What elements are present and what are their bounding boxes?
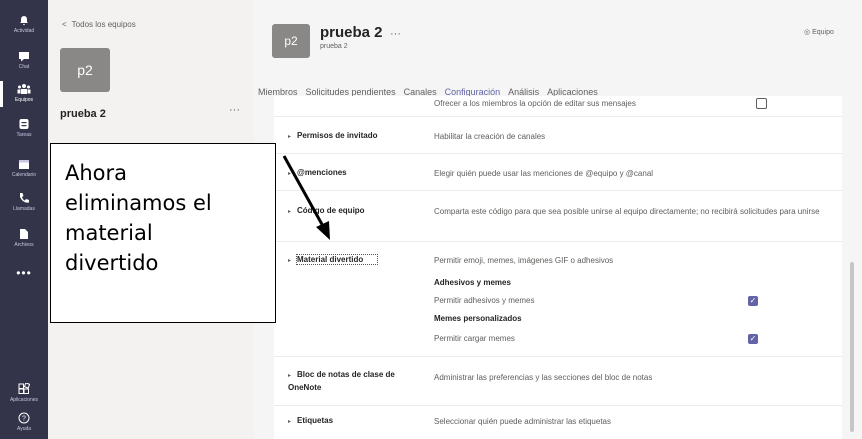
annotation-arrow	[282, 155, 330, 240]
